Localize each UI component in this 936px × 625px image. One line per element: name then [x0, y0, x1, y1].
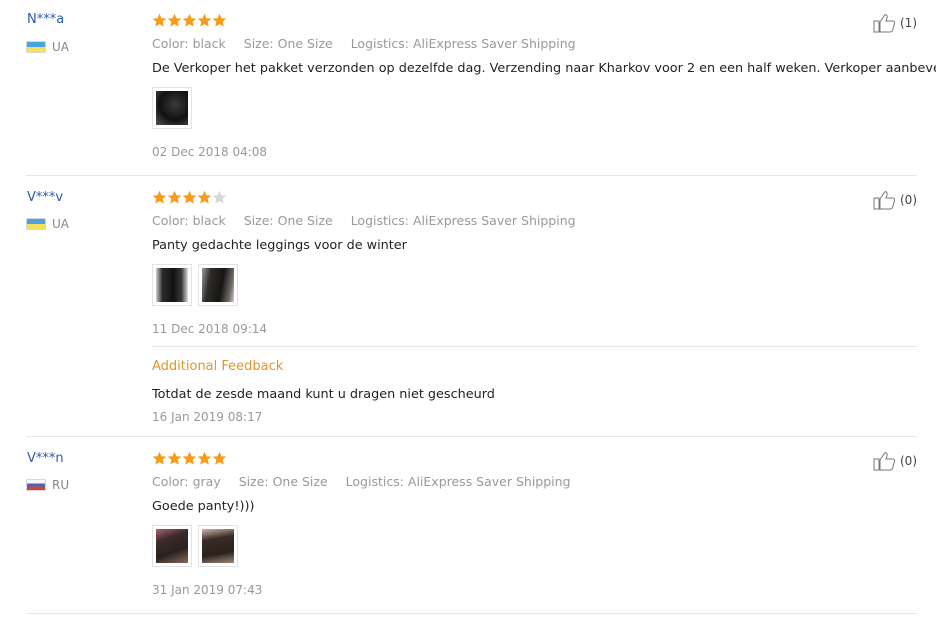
divider: [152, 346, 917, 347]
star-icon: [167, 13, 182, 27]
order-info: Color: gray Size: One Size Logistics: Al…: [152, 474, 585, 489]
flag-icon: [26, 479, 46, 491]
review-photos: [152, 525, 244, 567]
helpful-count: (1): [900, 16, 917, 30]
helpful-count: (0): [900, 193, 917, 207]
review-photo-thumbnail[interactable]: [152, 87, 192, 129]
review-photo-thumbnail[interactable]: [198, 525, 238, 567]
size-info: Size: One Size: [243, 213, 333, 228]
thumbs-up-icon: [873, 191, 896, 210]
review-text: De Verkoper het pakket verzonden op deze…: [152, 61, 936, 76]
helpful-button[interactable]: (0): [873, 190, 917, 210]
review-photo-thumbnail[interactable]: [198, 264, 238, 306]
helpful-count: (0): [900, 454, 917, 468]
star-icon: [152, 13, 167, 27]
star-icon: [212, 13, 227, 27]
review-photos: [152, 264, 244, 306]
reviewer-country: RU: [26, 478, 69, 492]
flag-icon: [26, 218, 46, 230]
review-item: V***v UA Color: black Size: One Size Log…: [26, 176, 917, 437]
rating-stars: [152, 13, 227, 28]
star-icon: [197, 190, 212, 204]
order-info: Color: black Size: One Size Logistics: A…: [152, 213, 590, 228]
star-icon: [182, 13, 197, 27]
size-info: Size: One Size: [243, 36, 333, 51]
order-info: Color: black Size: One Size Logistics: A…: [152, 36, 590, 51]
logistics-info: Logistics: AliExpress Saver Shipping: [350, 36, 576, 51]
country-code: UA: [52, 40, 69, 54]
rating-stars: [152, 451, 227, 466]
star-icon: [212, 451, 227, 465]
reviewer-name[interactable]: N***a: [27, 12, 64, 27]
helpful-button[interactable]: (1): [873, 13, 917, 33]
review-photo-thumbnail[interactable]: [152, 264, 192, 306]
review-item: N***a UA Color: black Size: One Size Log…: [26, 0, 936, 176]
logistics-info: Logistics: AliExpress Saver Shipping: [345, 474, 571, 489]
country-code: UA: [52, 217, 69, 231]
flag-icon: [26, 41, 46, 53]
rating-stars: [152, 190, 227, 205]
reviewer-name[interactable]: V***n: [27, 451, 64, 466]
review-date: 02 Dec 2018 04:08: [152, 145, 268, 159]
review-photos: [152, 87, 198, 129]
star-icon: [197, 451, 212, 465]
star-icon: [197, 13, 212, 27]
helpful-button[interactable]: (0): [873, 451, 917, 471]
reviewer-country: UA: [26, 217, 69, 231]
star-icon: [182, 451, 197, 465]
star-icon: [152, 451, 167, 465]
review-text: Goede panty!))): [152, 499, 255, 514]
country-code: RU: [52, 478, 70, 492]
thumbs-up-icon: [873, 452, 896, 471]
reviewer-country: UA: [26, 40, 69, 54]
review-item: V***n RU Color: gray Size: One Size Logi…: [26, 437, 917, 614]
additional-feedback-date: 16 Jan 2019 08:17: [152, 410, 263, 424]
review-photo-thumbnail[interactable]: [152, 525, 192, 567]
additional-feedback-text: Totdat de zesde maand kunt u dragen niet…: [152, 387, 495, 402]
star-icon: [212, 190, 227, 204]
size-info: Size: One Size: [238, 474, 328, 489]
logistics-info: Logistics: AliExpress Saver Shipping: [350, 213, 576, 228]
divider: [26, 613, 917, 614]
additional-feedback-label: Additional Feedback: [152, 359, 284, 374]
thumbs-up-icon: [873, 14, 896, 33]
color-info: Color: black: [152, 36, 226, 51]
star-icon: [152, 190, 167, 204]
star-icon: [167, 190, 182, 204]
review-date: 31 Jan 2019 07:43: [152, 583, 263, 597]
color-info: Color: black: [152, 213, 226, 228]
star-icon: [182, 190, 197, 204]
star-icon: [167, 451, 182, 465]
color-info: Color: gray: [152, 474, 221, 489]
review-date: 11 Dec 2018 09:14: [152, 322, 268, 336]
reviewer-name[interactable]: V***v: [27, 190, 63, 205]
review-text: Panty gedachte leggings voor de winter: [152, 238, 407, 253]
